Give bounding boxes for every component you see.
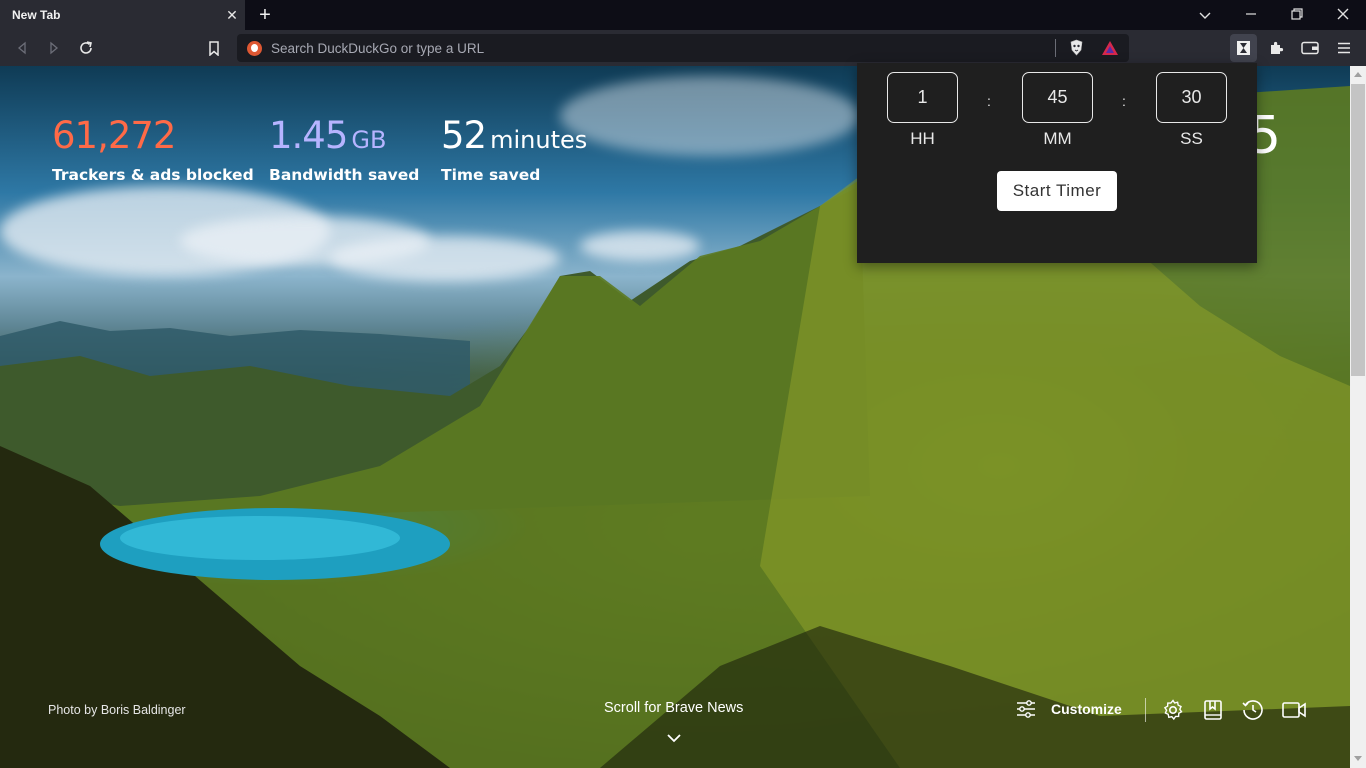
seconds-input[interactable]: 30 — [1156, 72, 1227, 123]
customize-button[interactable]: Customize — [1015, 698, 1122, 720]
chevron-down-icon[interactable] — [666, 730, 682, 748]
bookmarks-manager-icon[interactable] — [1201, 698, 1225, 722]
minimize-icon[interactable] — [1240, 5, 1262, 25]
brave-talk-video-icon[interactable] — [1281, 698, 1306, 722]
timer-popup: 1 : 45 : 30 HH MM SS Start Timer — [857, 63, 1257, 263]
start-timer-button[interactable]: Start Timer — [997, 171, 1117, 211]
bandwidth-unit: GB — [351, 126, 387, 154]
trackers-value: 61,272 — [52, 114, 176, 157]
stat-trackers: 61,272 Trackers & ads blocked — [52, 114, 254, 184]
seconds-label: SS — [1180, 129, 1203, 148]
scroll-down-arrow-icon[interactable] — [1354, 756, 1362, 761]
wallet-icon[interactable] — [1300, 38, 1320, 58]
time-label: Time saved — [441, 166, 541, 184]
scroll-for-news-link[interactable]: Scroll for Brave News — [604, 700, 743, 716]
bandwidth-value: 1.45 — [269, 114, 348, 157]
stat-time: 52 minutes Time saved — [441, 114, 588, 184]
footer-divider — [1145, 698, 1146, 722]
close-window-icon[interactable] — [1332, 5, 1354, 25]
tab-title: New Tab — [12, 8, 61, 22]
address-input[interactable]: Search DuckDuckGo or type a URL — [271, 41, 484, 56]
customize-label: Customize — [1051, 701, 1122, 717]
time-unit: minutes — [490, 126, 588, 154]
trackers-label: Trackers & ads blocked — [52, 166, 254, 184]
menu-icon[interactable] — [1334, 38, 1354, 58]
extensions-puzzle-icon[interactable] — [1266, 38, 1286, 58]
scroll-up-arrow-icon[interactable] — [1354, 72, 1362, 77]
bandwidth-label: Bandwidth saved — [269, 166, 420, 184]
stat-bandwidth: 1.45 GB Bandwidth saved — [269, 114, 419, 184]
sliders-icon — [1017, 700, 1035, 718]
minutes-input[interactable]: 45 — [1022, 72, 1093, 123]
settings-gear-icon[interactable] — [1161, 698, 1185, 722]
time-separator: : — [987, 93, 991, 109]
reload-icon[interactable] — [76, 38, 96, 58]
photo-credit[interactable]: Photo by Boris Baldinger — [48, 703, 186, 717]
minutes-label: MM — [1043, 129, 1072, 148]
hours-label: HH — [910, 129, 935, 148]
title-bar: New Tab ✕ + — [0, 0, 1366, 30]
brave-shields-icon[interactable] — [1069, 39, 1084, 61]
tab-new-tab[interactable]: New Tab ✕ — [0, 0, 245, 30]
brave-rewards-icon[interactable] — [1101, 40, 1119, 61]
address-bar[interactable]: Search DuckDuckGo or type a URL — [237, 34, 1129, 62]
history-icon[interactable] — [1241, 698, 1265, 722]
back-icon[interactable] — [12, 38, 32, 58]
timer-extension-button[interactable] — [1230, 34, 1257, 62]
bookmark-icon[interactable] — [204, 38, 224, 58]
time-value: 52 — [441, 114, 487, 157]
hours-input[interactable]: 1 — [887, 72, 958, 123]
scroll-thumb[interactable] — [1351, 84, 1365, 376]
duckduckgo-icon — [247, 41, 262, 56]
time-separator: : — [1122, 93, 1126, 109]
forward-icon[interactable] — [44, 38, 64, 58]
tab-search-chevron-icon[interactable] — [1194, 5, 1216, 25]
tab-close-icon[interactable]: ✕ — [224, 7, 240, 23]
toolbar: Search DuckDuckGo or type a URL — [0, 30, 1366, 66]
address-divider — [1055, 39, 1056, 57]
restore-icon[interactable] — [1286, 5, 1308, 25]
new-tab-button[interactable]: + — [255, 5, 275, 25]
